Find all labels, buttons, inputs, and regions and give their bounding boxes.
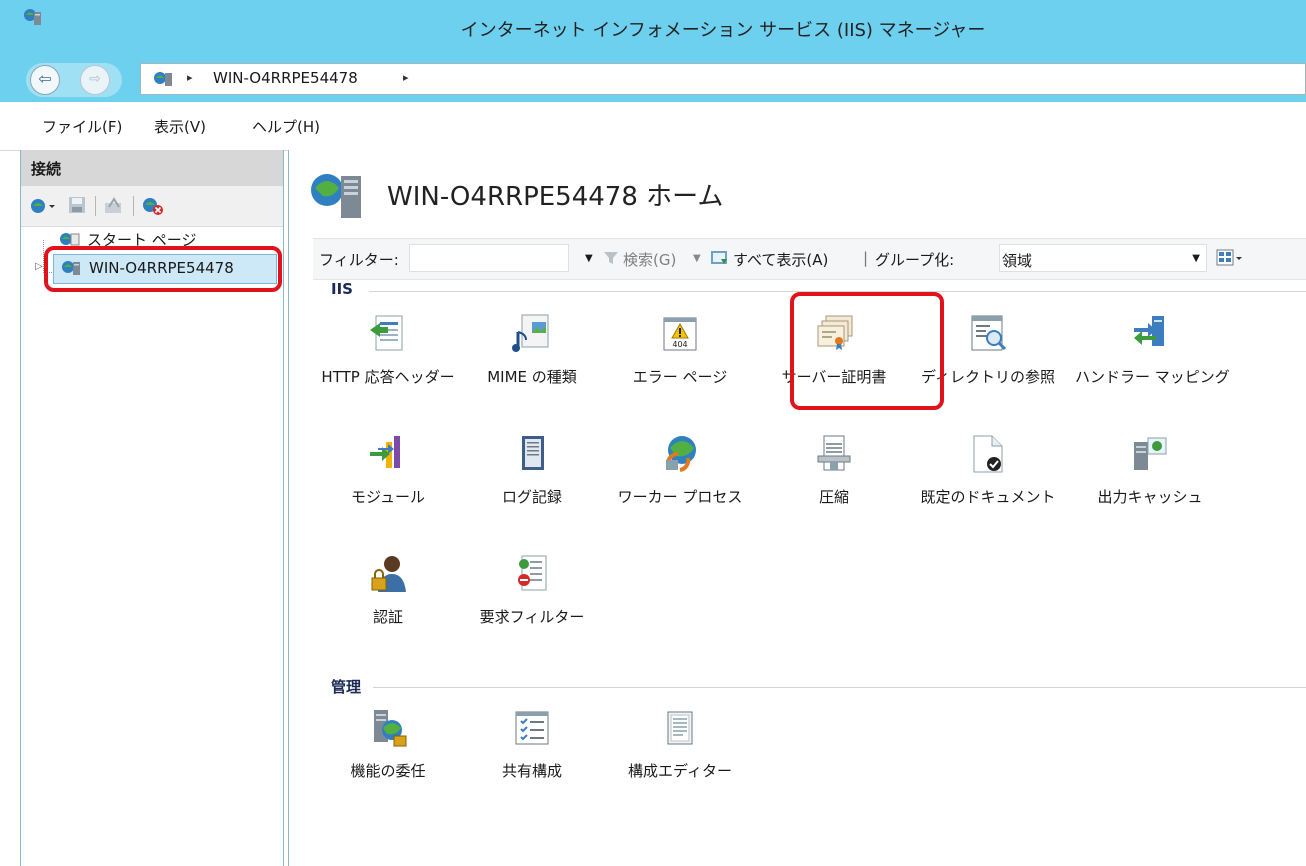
filter-input[interactable] (409, 244, 569, 272)
feature-shared-configuration[interactable]: 共有構成 (457, 706, 607, 816)
address-path-box[interactable]: ▸ WIN-O4RRPE54478 ▸ (140, 63, 1306, 95)
connections-toolbar (21, 186, 283, 227)
feature-label: ワーカー プロセス (617, 488, 743, 506)
feature-logging[interactable]: ログ記録 (457, 432, 607, 542)
toolbar-separator: | (863, 249, 869, 267)
feature-worker-processes[interactable]: ワーカー プロセス (605, 432, 755, 542)
feature-feature-delegation[interactable]: 機能の委任 (313, 706, 463, 816)
toolbar-separator (95, 196, 96, 216)
tree-expand-arrow-icon[interactable]: ▷ (35, 261, 43, 272)
filter-label: フィルター: (319, 251, 399, 269)
output-caching-icon (1134, 437, 1167, 470)
feature-label: ハンドラー マッピング (1075, 368, 1230, 386)
window-title: インターネット インフォメーション サービス (IIS) マネージャー (460, 20, 986, 41)
configuration-editor-icon (667, 711, 693, 745)
feature-default-document[interactable]: 既定のドキュメント (913, 432, 1063, 542)
feature-label: HTTP 応答ヘッダー (321, 368, 455, 386)
breadcrumb-server[interactable]: WIN-O4RRPE54478 (213, 69, 358, 87)
menu-view[interactable]: 表示(V) (154, 116, 206, 137)
filter-toolbar: フィルター: ▼ 検索(G) ▼ すべて表示(A) | グループ化: 領域 ▼ (313, 238, 1306, 280)
feature-label: 認証 (372, 608, 403, 626)
feature-label: MIME の種類 (487, 368, 577, 386)
feature-modules[interactable]: モジュール (313, 432, 463, 542)
search-button[interactable]: 検索(G) (623, 249, 676, 270)
connect-icon[interactable] (29, 196, 57, 216)
feature-request-filtering[interactable]: 要求フィルター (457, 552, 607, 662)
feature-error-pages[interactable]: 404 エラー ページ (605, 312, 755, 422)
page-title: WIN-O4RRPE54478 ホーム (387, 182, 724, 212)
http-response-headers-icon (370, 315, 403, 351)
section-iis-label: IIS (331, 280, 353, 298)
menu-help[interactable]: ヘルプ(H) (252, 116, 320, 137)
feature-mime-types[interactable]: MIME の種類 (457, 312, 607, 422)
group-by-value: 領域 (1002, 252, 1033, 270)
feature-label: 構成エディター (628, 762, 732, 780)
feature-label: エラー ページ (632, 368, 728, 386)
forward-button[interactable]: ⇨ (80, 65, 110, 95)
highlight-server-certificates (790, 292, 944, 410)
compression-icon (817, 435, 851, 471)
feature-configuration-editor[interactable]: 構成エディター (605, 706, 755, 816)
feature-output-caching[interactable]: 出力キャッシュ (1075, 432, 1225, 542)
feature-label: ログ記録 (501, 488, 562, 506)
feature-label: 共有構成 (501, 762, 562, 780)
directory-browsing-icon (971, 315, 1007, 351)
view-mode-icon[interactable] (1215, 248, 1245, 268)
forward-arrow-icon: ⇨ (89, 71, 101, 87)
feature-label: モジュール (351, 488, 425, 506)
menu-file[interactable]: ファイル(F) (42, 116, 122, 137)
feature-label: 既定のドキュメント (920, 488, 1056, 506)
connections-header: 接続 (21, 150, 283, 186)
menu-bar: ファイル(F) 表示(V) ヘルプ(H) (0, 102, 1306, 151)
modules-icon (370, 436, 400, 468)
title-bar: インターネット インフォメーション サービス (IIS) マネージャー (0, 0, 1306, 59)
disconnect-icon[interactable] (141, 195, 165, 217)
back-arrow-icon: ⇦ (38, 69, 52, 88)
breadcrumb-separator[interactable]: ▸ (187, 71, 193, 84)
error-badge-text: 404 (672, 340, 687, 349)
worker-processes-icon (666, 436, 696, 472)
feature-http-response-headers[interactable]: HTTP 応答ヘッダー (313, 312, 463, 422)
toolbar-separator (133, 196, 134, 216)
filter-dropdown-arrow-icon[interactable]: ▼ (585, 253, 593, 264)
connections-title: 接続 (31, 160, 62, 178)
feature-compression[interactable]: 圧縮 (759, 432, 909, 542)
section-management-label: 管理 (331, 678, 362, 696)
default-document-icon (973, 435, 1003, 473)
back-button[interactable]: ⇦ (30, 65, 60, 95)
funnel-icon (604, 252, 618, 264)
server-icon (154, 72, 172, 86)
error-pages-icon: 404 (663, 317, 697, 351)
mime-types-icon (512, 314, 549, 352)
address-bar: ⇦ ⇨ ▸ WIN-O4RRPE54478 ▸ (0, 58, 1306, 102)
feature-handler-mappings[interactable]: ハンドラー マッピング (1075, 312, 1230, 422)
feature-label: 機能の委任 (350, 762, 426, 780)
show-all-icon (711, 251, 727, 264)
server-home-icon (311, 174, 361, 218)
dropdown-arrow-icon: ▼ (1192, 253, 1200, 264)
group-by-label: グループ化: (875, 251, 955, 269)
feature-label: 要求フィルター (479, 608, 585, 626)
feature-label: 圧縮 (818, 488, 849, 506)
feature-delegation-icon (374, 710, 407, 747)
section-divider (373, 687, 1306, 688)
shared-configuration-icon (515, 711, 549, 745)
features-view-panel: WIN-O4RRPE54478 ホーム フィルター: ▼ 検索(G) ▼ すべて… (288, 150, 1306, 866)
request-filtering-icon (518, 555, 547, 591)
show-all-button[interactable]: すべて表示(A) (733, 249, 828, 270)
up-level-icon[interactable] (103, 195, 125, 215)
feature-label: 出力キャッシュ (1097, 488, 1203, 506)
feature-authentication[interactable]: 認証 (313, 552, 463, 662)
highlight-server-node (44, 246, 282, 292)
search-dropdown-arrow-icon[interactable]: ▼ (693, 253, 701, 264)
handler-mappings-icon (1134, 316, 1164, 346)
group-by-select[interactable]: 領域 ▼ (999, 244, 1207, 272)
save-icon[interactable] (67, 195, 87, 215)
breadcrumb-separator[interactable]: ▸ (403, 71, 409, 84)
authentication-icon (371, 556, 406, 592)
logging-icon (522, 436, 544, 470)
